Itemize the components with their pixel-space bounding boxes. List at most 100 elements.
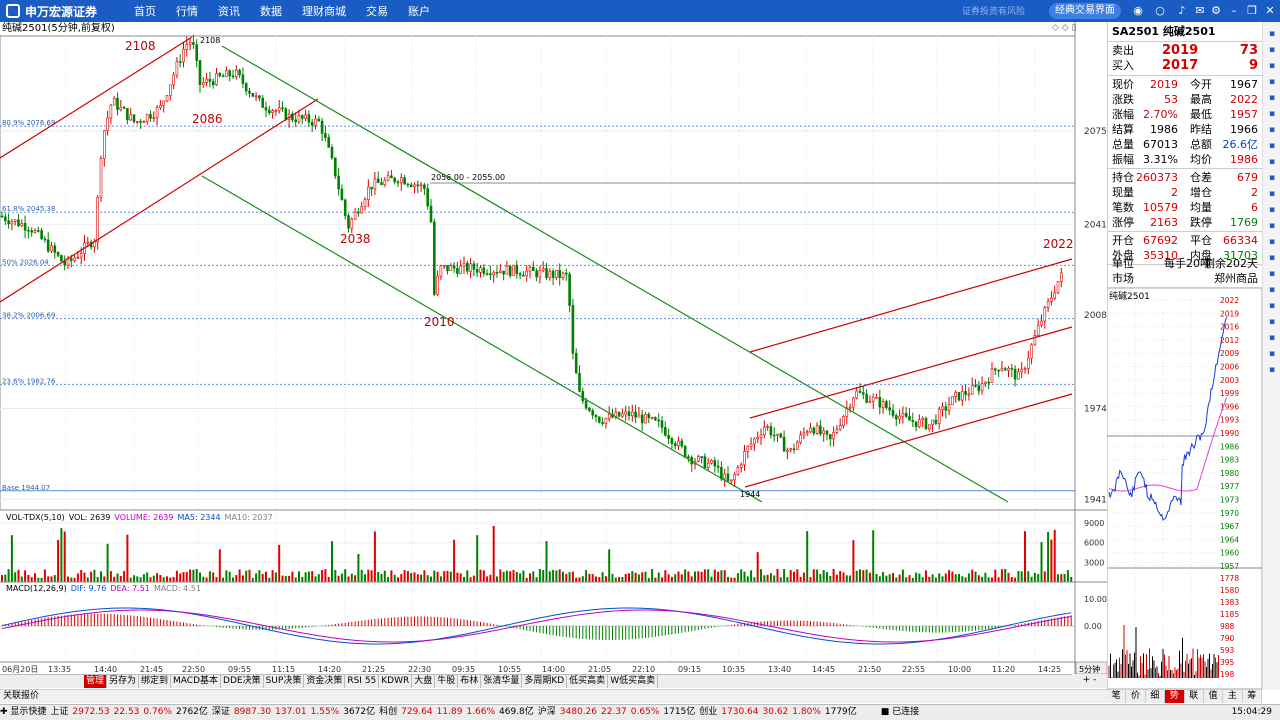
linked-quote-label[interactable]: 关联报价 <box>0 689 1107 703</box>
eye-icon[interactable]: ▪ <box>1266 316 1278 328</box>
volume-bar <box>1040 542 1043 582</box>
indicator-tab[interactable]: KDWR <box>379 675 413 688</box>
arrow-down-icon[interactable]: ▪ <box>1266 44 1278 56</box>
line-tool-icon[interactable]: ▪ <box>1266 220 1278 232</box>
indicator-tab[interactable]: 另存为 <box>107 675 140 688</box>
indicator-tab[interactable]: 张清华量 <box>481 675 523 688</box>
candle-body <box>43 238 47 241</box>
candle-body <box>799 434 802 443</box>
candle-body <box>363 199 367 208</box>
bell-icon[interactable]: ♪ <box>1175 4 1189 18</box>
gear-icon[interactable]: ⚙ <box>1209 4 1223 18</box>
mini-tab[interactable]: 细 <box>1146 690 1166 703</box>
list-icon[interactable]: ▪ <box>1266 76 1278 88</box>
volume-bar <box>456 572 459 582</box>
indicator-tab[interactable]: 大盘 <box>412 675 436 688</box>
indicator-tab[interactable]: SUP决策 <box>264 675 305 688</box>
candle-body <box>172 74 175 86</box>
chart-icon[interactable]: ▪ <box>1266 60 1278 72</box>
candle-body <box>947 404 951 411</box>
mail-icon[interactable]: ✉ <box>1193 4 1207 18</box>
index-name[interactable]: 创业 <box>699 707 717 717</box>
classic-trade-button[interactable]: 经典交易界面 <box>1049 3 1121 19</box>
mini-tab[interactable]: 主 <box>1223 690 1243 703</box>
volume-bar <box>476 535 479 582</box>
ruler-icon[interactable]: ▪ <box>1266 252 1278 264</box>
channel-icon[interactable]: ▪ <box>1266 284 1278 296</box>
volume-bar <box>743 571 746 582</box>
volume-bar <box>228 571 231 582</box>
user-icon[interactable]: ◉ <box>1131 4 1145 18</box>
candle-body <box>852 397 855 408</box>
indicator-tab[interactable]: DDE决策 <box>221 675 264 688</box>
mark-icon[interactable]: ▪ <box>1266 140 1278 152</box>
mini-tab[interactable]: 势 <box>1165 690 1185 703</box>
mini-price-tick: 1960 <box>1220 549 1239 558</box>
restore-icon[interactable]: ❐ <box>1245 4 1259 18</box>
brush-icon[interactable]: ▪ <box>1266 300 1278 312</box>
nav-finance-mall[interactable]: 理财商城 <box>292 3 356 19</box>
zoom-out-icon[interactable]: ▪ <box>1266 172 1278 184</box>
panel-icon[interactable]: ▪ <box>1266 188 1278 200</box>
mini-tab[interactable]: 价 <box>1126 690 1146 703</box>
lock-icon[interactable]: ▪ <box>1266 332 1278 344</box>
box-icon[interactable]: ▪ <box>1266 124 1278 136</box>
indicator-tab[interactable]: MACD基本 <box>171 675 222 688</box>
nav-data[interactable]: 数据 <box>250 3 292 19</box>
indicator-tab[interactable]: 绑定到 <box>139 675 172 688</box>
chart-corner-controls[interactable]: ◇ ◇ ▯ <box>1052 23 1077 33</box>
indicator-tab[interactable]: 管理 <box>84 675 108 688</box>
intraday-mini-chart[interactable]: 纯碱2501 2022201920162012200920062003199919… <box>1107 288 1262 689</box>
volume-bar <box>182 572 185 582</box>
mini-tab[interactable]: 值 <box>1204 690 1224 703</box>
volume-bar <box>1024 531 1026 582</box>
volume-bar <box>634 572 637 582</box>
index-name[interactable]: 科创 <box>379 707 397 717</box>
indicator-tab[interactable]: RSI 55 <box>345 675 380 688</box>
calendar-icon[interactable]: ▪ <box>1266 364 1278 376</box>
mini-tab[interactable]: 筹 <box>1243 690 1262 703</box>
sell-row[interactable]: 卖出 2019 73 <box>1112 43 1262 59</box>
candle-body <box>769 426 773 436</box>
close-icon[interactable]: ✕ <box>1263 4 1277 18</box>
volume-bar <box>106 543 109 582</box>
text-tool-icon[interactable]: ▪ <box>1266 236 1278 248</box>
zoom-in-icon[interactable]: ▪ <box>1266 156 1278 168</box>
indicator-tab[interactable]: 多周期KD <box>522 675 568 688</box>
quote-field-value: 2 <box>1251 186 1258 199</box>
candle-body <box>310 121 314 126</box>
share-icon[interactable]: ▪ <box>1266 348 1278 360</box>
indicator-tab[interactable]: 低买高卖 <box>567 675 609 688</box>
nav-trade[interactable]: 交易 <box>356 3 398 19</box>
nav-home[interactable]: 首页 <box>124 3 166 19</box>
tab-scroll-arrows[interactable]: + - <box>1072 674 1107 688</box>
nav-account[interactable]: 账户 <box>398 3 440 19</box>
kline-chart[interactable]: 2075 2041 2008 1974 1941 80.9% 2076.69 61.8% 2… <box>0 22 1107 674</box>
index-name[interactable]: 沪深 <box>538 707 556 717</box>
indicator-tab[interactable]: W低买高卖 <box>608 675 659 688</box>
mini-price-tick: 1980 <box>1220 469 1239 478</box>
volume-bar <box>859 569 861 582</box>
mini-tab[interactable]: 联 <box>1185 690 1204 703</box>
volume-header-item: VOL: 2639 <box>69 513 111 522</box>
nav-quotes[interactable]: 行情 <box>166 3 208 19</box>
quick-display-button[interactable]: ✚ 显示快捷 <box>0 707 46 717</box>
layers-icon[interactable]: ▪ <box>1266 204 1278 216</box>
indicator-tab[interactable]: 牛股 <box>435 675 459 688</box>
cross-icon[interactable]: ▪ <box>1266 108 1278 120</box>
arrow-up-icon[interactable]: ▪ <box>1266 28 1278 40</box>
index-name[interactable]: 上证 <box>50 707 68 717</box>
index-name[interactable]: 深证 <box>212 707 230 717</box>
grid-icon[interactable]: ▪ <box>1266 92 1278 104</box>
fib-icon[interactable]: ▪ <box>1266 268 1278 280</box>
buy-row[interactable]: 买入 2017 9 <box>1112 58 1262 74</box>
indicator-tab[interactable]: 布林 <box>458 675 482 688</box>
candle-body <box>112 97 116 106</box>
nav-news[interactable]: 资讯 <box>208 3 250 19</box>
minimize-icon[interactable]: – <box>1227 4 1241 18</box>
indicator-tab[interactable]: 资金决策 <box>304 675 346 688</box>
volume-bar <box>156 573 159 582</box>
mini-tab[interactable]: 笔 <box>1107 690 1127 703</box>
circle-icon[interactable]: ○ <box>1153 4 1167 18</box>
candle-body <box>251 92 255 97</box>
